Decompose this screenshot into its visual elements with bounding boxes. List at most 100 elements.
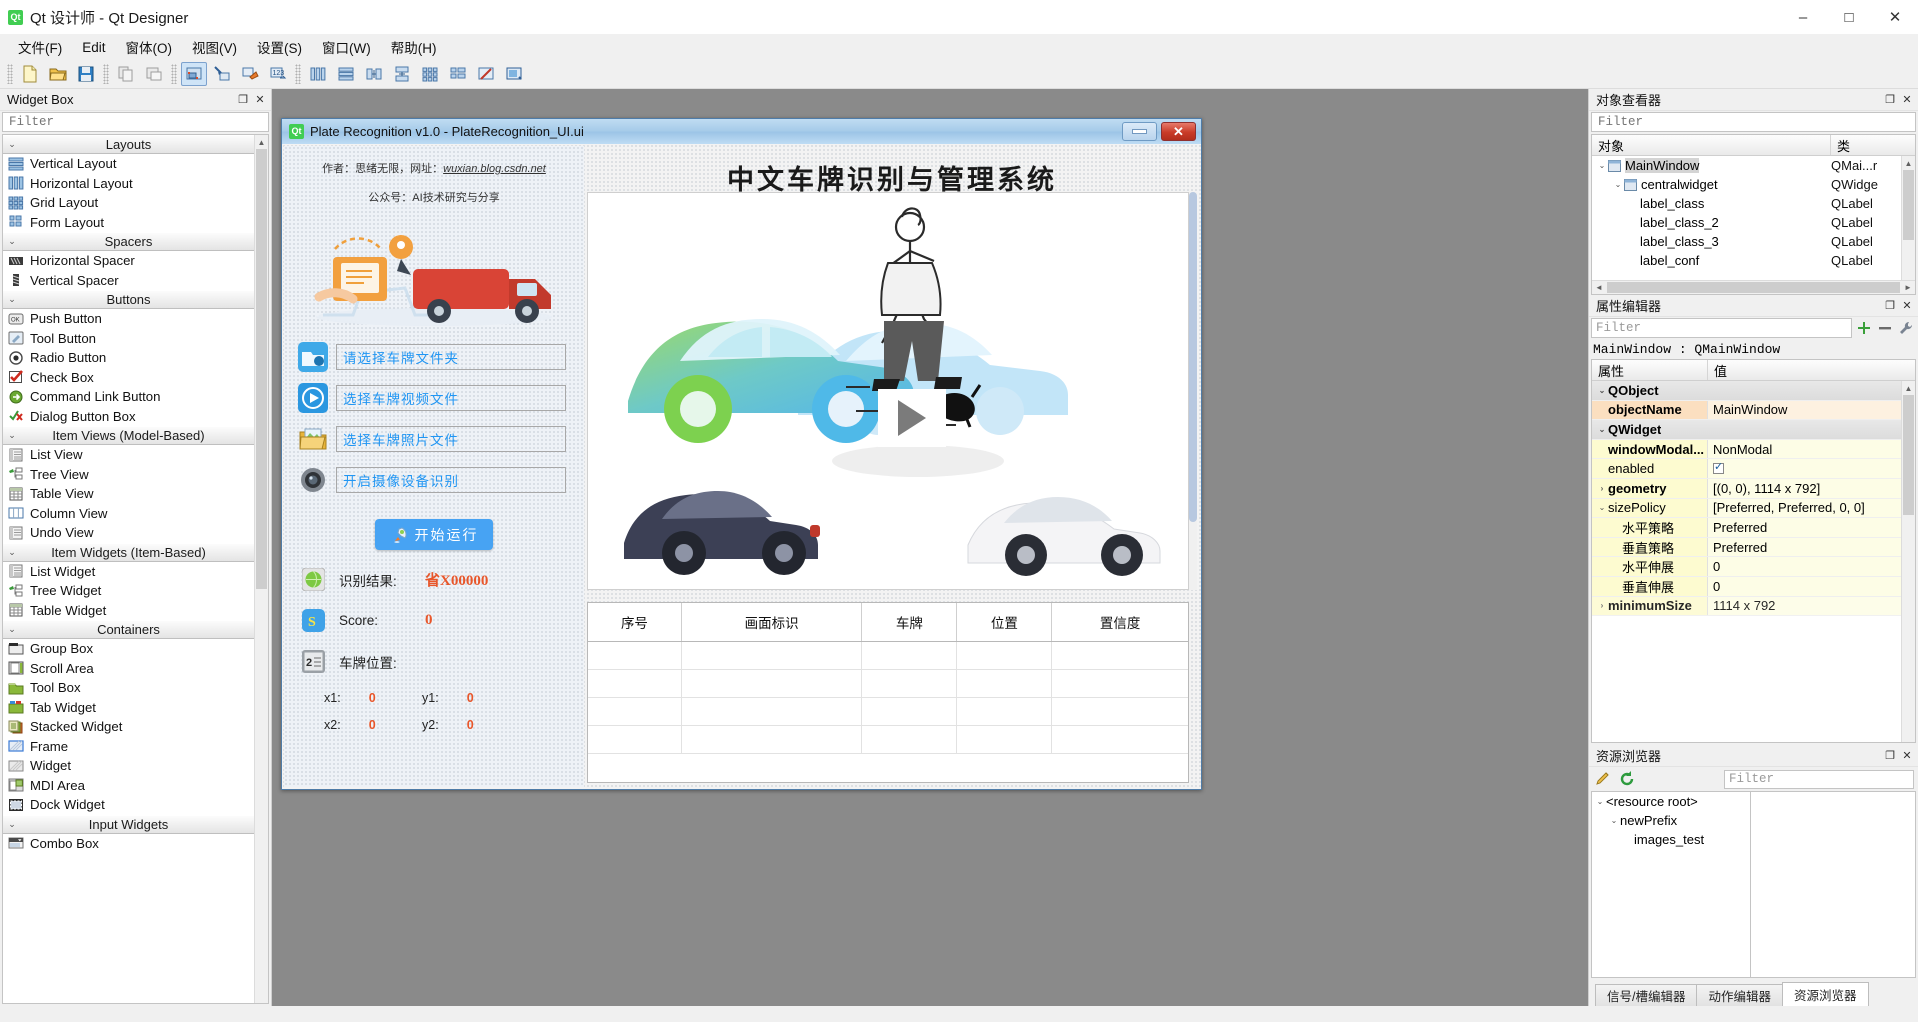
scroll-right-icon[interactable]: ► <box>1901 281 1915 294</box>
table-cell[interactable] <box>861 697 958 726</box>
layout-vertical-icon[interactable] <box>333 62 359 86</box>
edit-widgets-icon[interactable] <box>181 62 207 86</box>
float-icon[interactable]: ❐ <box>236 93 250 107</box>
chevron-down-icon[interactable]: ⌄ <box>1596 386 1608 395</box>
widget-item-list-widget[interactable]: List Widget <box>3 562 254 582</box>
table-cell[interactable] <box>956 669 1053 698</box>
table-cell[interactable] <box>956 697 1053 726</box>
object-row-label_class_3[interactable]: label_class_3 QLabel <box>1592 232 1915 251</box>
tab-resource-browser[interactable]: 资源浏览器 <box>1782 982 1869 1006</box>
object-row-centralwidget[interactable]: ⌄ centralwidget QWidge <box>1592 175 1915 194</box>
open-folder-icon[interactable] <box>45 62 71 86</box>
table-cell[interactable] <box>681 725 863 754</box>
form-workspace[interactable]: Plate Recognition v1.0 - PlateRecognitio… <box>272 89 1588 1006</box>
table-row[interactable] <box>588 725 1188 754</box>
property-value[interactable]: [(0, 0), 1114 x 792] <box>1713 481 1820 496</box>
widget-item-vertical-spacer[interactable]: Vertical Spacer <box>3 271 254 291</box>
widget-item-undo-view[interactable]: Undo View <box>3 523 254 543</box>
float-icon[interactable]: ❐ <box>1883 299 1897 313</box>
property-value[interactable]: Preferred <box>1713 520 1767 535</box>
table-row[interactable] <box>588 697 1188 726</box>
layout-form-icon[interactable] <box>445 62 471 86</box>
file-picker-field[interactable]: 开启摄像设备识别 <box>336 467 566 493</box>
widget-item-tree-view[interactable]: Tree View <box>3 465 254 485</box>
menu-window[interactable]: 窗口(W) <box>312 34 381 60</box>
new-file-icon[interactable] <box>17 62 43 86</box>
chevron-down-icon[interactable]: ⌄ <box>3 236 21 247</box>
property-row-sizePolicy[interactable]: ⌄ sizePolicy [Preferred, Preferred, 0, 0] <box>1592 498 1915 519</box>
chevron-down-icon[interactable]: ⌄ <box>3 139 21 150</box>
property-value[interactable]: NonModal <box>1713 442 1772 457</box>
widget-item-tool-button[interactable]: Tool Button <box>3 329 254 349</box>
property-row-minimumSize[interactable]: › minimumSize 1114 x 792 <box>1592 596 1915 617</box>
form-canvas[interactable]: 作者：思绪无限，网址：wuxian.blog.csdn.net 公众号：AI技术… <box>282 144 1201 789</box>
widget-item-list-view[interactable]: List View <box>3 445 254 465</box>
widget-item-scroll-area[interactable]: Scroll Area <box>3 659 254 679</box>
column-object[interactable]: 对象 <box>1592 135 1831 155</box>
widget-item-horizontal-spacer[interactable]: Horizontal Spacer <box>3 251 254 271</box>
menu-view[interactable]: 视图(V) <box>182 34 247 60</box>
file-picker-field[interactable]: 请选择车牌文件夹 <box>336 344 566 370</box>
table-cell[interactable] <box>1051 669 1188 698</box>
property-row-水平伸展[interactable]: 水平伸展 0 <box>1592 557 1915 577</box>
file-picker-field[interactable]: 选择车牌照片文件 <box>336 426 566 452</box>
property-row-垂直伸展[interactable]: 垂直伸展 0 <box>1592 576 1915 597</box>
object-row-MainWindow[interactable]: ⌄ MainWindow QMai...r <box>1592 156 1915 175</box>
form-window[interactable]: Plate Recognition v1.0 - PlateRecognitio… <box>281 118 1202 790</box>
toolbar-grip-4[interactable] <box>295 64 301 84</box>
wrench-icon[interactable] <box>1897 319 1915 337</box>
form-titlebar[interactable]: Plate Recognition v1.0 - PlateRecognitio… <box>282 119 1201 144</box>
close-icon[interactable]: ✕ <box>253 93 267 107</box>
tab-action-editor[interactable]: 动作编辑器 <box>1696 984 1783 1006</box>
widget-category-spacers[interactable]: ⌄ Spacers <box>3 232 254 251</box>
object-row-label_class_2[interactable]: label_class_2 QLabel <box>1592 213 1915 232</box>
widget-item-column-view[interactable]: Column View <box>3 504 254 524</box>
table-cell[interactable] <box>1051 641 1188 670</box>
table-cell[interactable] <box>1051 697 1188 726</box>
property-value[interactable]: 1114 x 792 <box>1713 598 1775 613</box>
save-icon[interactable] <box>73 62 99 86</box>
file-picker-4[interactable]: 开启摄像设备识别 <box>298 454 584 495</box>
break-layout-icon[interactable] <box>473 62 499 86</box>
table-cell[interactable] <box>588 641 682 670</box>
pencil-icon[interactable] <box>1593 769 1613 789</box>
float-icon[interactable]: ❐ <box>1883 93 1897 107</box>
widget-category-item-widgets-item-based[interactable]: ⌄ Item Widgets (Item-Based) <box>3 542 254 562</box>
property-value[interactable]: 0 <box>1713 579 1720 594</box>
menu-form[interactable]: 窗体(O) <box>116 34 183 60</box>
chevron-down-icon[interactable]: ⌄ <box>3 294 21 305</box>
widget-item-form-layout[interactable]: Form Layout <box>3 213 254 233</box>
preview-scrollbar[interactable] <box>1189 192 1197 590</box>
menu-edit[interactable]: Edit <box>72 37 115 58</box>
widget-box-scrollbar[interactable]: ▲ <box>254 135 268 1003</box>
close-icon[interactable]: ✕ <box>1900 299 1914 313</box>
maximize-button[interactable]: □ <box>1826 0 1872 34</box>
table-cell[interactable] <box>861 641 958 670</box>
chevron-down-icon[interactable]: ⌄ <box>1608 816 1620 825</box>
add-icon[interactable] <box>1855 319 1873 337</box>
scroll-up-icon[interactable]: ▲ <box>1902 156 1915 170</box>
property-row-QWidget[interactable]: ⌄ QWidget <box>1592 420 1915 440</box>
results-table[interactable]: 序号 画面标识 车牌 位置 置信度 <box>587 602 1189 783</box>
table-cell[interactable] <box>861 725 958 754</box>
table-cell[interactable] <box>588 697 682 726</box>
close-icon[interactable]: ✕ <box>1900 93 1914 107</box>
edit-signals-icon[interactable] <box>209 62 235 86</box>
property-row-水平策略[interactable]: 水平策略 Preferred <box>1592 518 1915 538</box>
table-cell[interactable] <box>861 669 958 698</box>
image-folder-icon[interactable] <box>298 424 328 454</box>
table-header-cell[interactable]: 置信度 <box>1051 603 1188 642</box>
column-property[interactable]: 属性 <box>1592 360 1708 380</box>
close-icon[interactable]: ✕ <box>1161 122 1196 141</box>
widget-item-dock-widget[interactable]: Dock Widget <box>3 795 254 815</box>
object-tree-hscrollbar[interactable]: ◄ ► <box>1592 280 1915 294</box>
chevron-down-icon[interactable]: ⌄ <box>3 430 21 441</box>
chevron-down-icon[interactable]: ⌄ <box>3 819 21 830</box>
widget-item-table-widget[interactable]: Table Widget <box>3 601 254 621</box>
widget-item-combo-box[interactable]: Combo Box <box>3 834 254 854</box>
table-header-cell[interactable]: 位置 <box>956 603 1053 642</box>
chevron-right-icon[interactable]: › <box>1596 484 1608 493</box>
widget-category-containers[interactable]: ⌄ Containers <box>3 620 254 639</box>
widget-item-command-link-button[interactable]: Command Link Button <box>3 387 254 407</box>
table-header-cell[interactable]: 序号 <box>588 603 682 642</box>
